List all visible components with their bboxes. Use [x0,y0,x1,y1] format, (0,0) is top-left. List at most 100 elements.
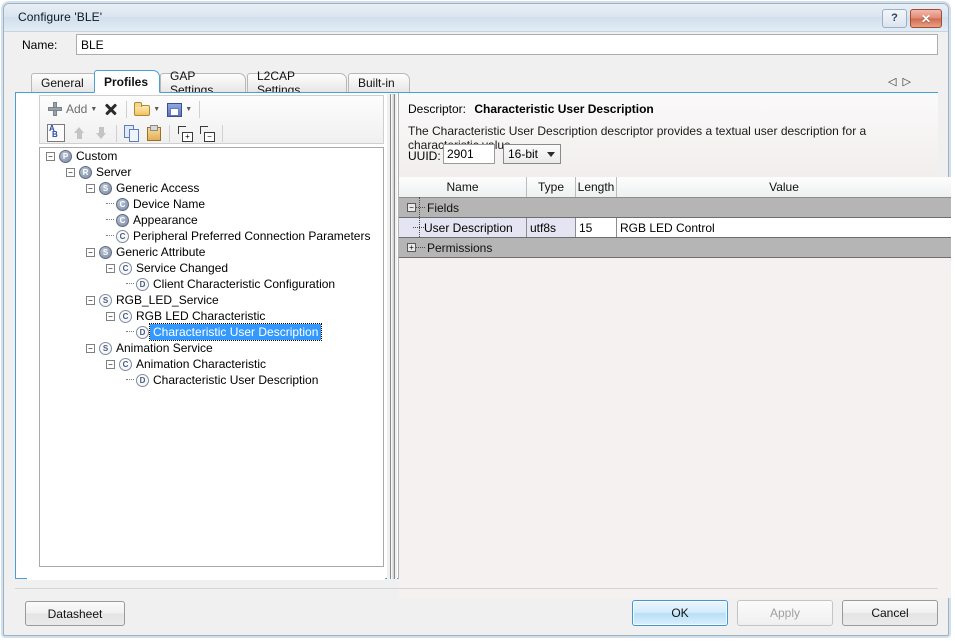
pane-splitter[interactable] [387,94,397,579]
tab-profiles[interactable]: Profiles [94,70,160,93]
close-x-icon [103,101,119,117]
apply-button: Apply [737,600,833,626]
expand-all-button[interactable]: + [174,122,196,144]
name-input[interactable] [76,34,938,55]
tree-node-badge-icon: D [136,373,149,387]
tree-expander-icon[interactable]: − [86,343,95,353]
column-header-length[interactable]: Length [576,177,617,197]
toolbar-separator [222,124,223,142]
column-header-value[interactable]: Value [617,177,951,197]
grid-group-row[interactable]: + Permissions [399,238,951,258]
tree-guide-line [106,203,114,205]
tab-l2cap-settings[interactable]: L2CAP Settings [247,69,347,97]
add-button[interactable]: Add ▼ [44,98,100,120]
tree-item[interactable]: − S Generic Access [40,180,383,196]
toolbar-separator [126,100,128,118]
tree-expander-icon[interactable]: − [106,311,115,321]
grid-body: − Fields User Description utf8s 15 RGB LED Co… [399,198,951,258]
column-header-name[interactable]: Name [399,177,527,197]
name-row: Name: [4,32,948,60]
datasheet-button[interactable]: Datasheet [25,601,125,626]
chevron-down-icon[interactable]: ▼ [90,106,97,113]
tree-item[interactable]: − S Generic Attribute [40,244,383,260]
descriptor-pane: Descriptor: Characteristic User Descript… [398,93,951,598]
chevron-down-icon[interactable]: ▼ [153,106,160,113]
open-button[interactable]: ▼ [131,98,163,120]
column-header-type[interactable]: Type [527,177,576,197]
plus-icon [47,101,63,117]
tree-expander-icon[interactable]: − [86,247,95,257]
grid-cell-length[interactable]: 15 [576,218,617,237]
tree-item[interactable]: D Characteristic User Description [40,372,383,388]
tab-general[interactable]: General [31,73,99,92]
chevron-down-icon[interactable]: ▼ [185,106,192,113]
tree-item[interactable]: D Characteristic User Description [40,323,383,341]
tab-scroll-left-icon[interactable]: ◁ [888,75,896,91]
tree-node-badge-icon: C [119,309,132,323]
tree-expander-icon[interactable]: − [66,167,75,177]
tree-expander-icon[interactable]: − [106,263,115,273]
tree-expander-icon[interactable]: − [106,359,115,369]
floppy-save-icon [166,101,183,117]
profile-tree[interactable]: − P Custom − R Server − S Generic Access C Device … [39,147,384,567]
profiles-tab-panel: Add ▼ ▼ ▼ A B + − − P Custom − R Server … [15,92,951,598]
tree-item-label: Client Characteristic Configuration [153,277,336,291]
save-button[interactable]: ▼ [163,98,195,120]
rename-button[interactable] [44,122,68,144]
ok-button[interactable]: OK [632,600,728,626]
tree-node-badge-icon: R [79,165,92,179]
tree-item[interactable]: − C Animation Characteristic [40,356,383,372]
tree-node-badge-icon: C [116,229,129,243]
cancel-button[interactable]: Cancel [842,600,938,626]
paste-button[interactable] [143,122,165,144]
tree-expander-icon[interactable]: − [86,295,95,305]
tree-item[interactable]: C Appearance [40,212,383,228]
descriptor-kind-label: Descriptor: [408,102,467,116]
paste-icon [146,125,162,141]
tree-guide-line [126,331,134,333]
grid-cell-value[interactable]: RGB LED Control [617,218,951,237]
tab-gap-settings[interactable]: GAP Settings [160,69,246,97]
tree-item[interactable]: C Device Name [40,196,383,212]
grid-cell-name-text: User Description [424,220,513,235]
tree-item[interactable]: − P Custom [40,148,383,164]
tree-item[interactable]: D Client Characteristic Configuration [40,276,383,292]
tab-built-in[interactable]: Built-in [348,73,410,92]
collapse-all-icon: − [199,125,215,142]
delete-button[interactable] [100,98,122,120]
grid-empty-area [399,258,951,598]
tree-item[interactable]: − S RGB_LED_Service [40,292,383,308]
tree-item[interactable]: − C RGB LED Characteristic [40,308,383,324]
tree-item-label: RGB LED Characteristic [136,309,266,323]
tree-node-badge-icon: C [116,213,129,227]
tree-item[interactable]: − S Animation Service [40,340,383,356]
help-icon[interactable]: ? [882,9,907,28]
close-icon[interactable]: ✕ [910,9,942,28]
tree-item-label: Generic Access [116,181,200,195]
tree-node-badge-icon: C [119,261,132,275]
configure-dialog-window: Configure 'BLE' ? ✕ Name: General Profil… [3,3,951,636]
uuid-format-select[interactable]: 16-bit [503,144,561,164]
add-button-label: Add [66,102,88,116]
folder-open-icon [134,101,151,117]
grid-group-expander-icon[interactable]: − [407,203,416,212]
descriptor-title-row: Descriptor: Characteristic User Descript… [408,102,654,116]
grid-tree-guide [419,197,421,237]
tree-item[interactable]: − R Server [40,164,383,180]
uuid-input[interactable] [443,144,495,164]
tree-item[interactable]: − C Service Changed [40,260,383,276]
grid-data-row[interactable]: User Description utf8s 15 RGB LED Control [399,218,951,238]
tree-node-badge-icon: S [99,245,112,259]
collapse-all-button[interactable]: − [196,122,218,144]
tree-expander-icon[interactable]: − [86,183,95,193]
tree-item-label: Generic Attribute [116,245,206,259]
tab-scroll-right-icon[interactable]: ▷ [902,75,910,91]
grid-group-expander-icon[interactable]: + [407,243,416,252]
footer-separator [15,588,938,589]
tree-expander-icon[interactable]: − [46,151,55,161]
grid-cell-type[interactable]: utf8s [527,218,576,237]
grid-group-row[interactable]: − Fields [399,198,951,218]
name-label: Name: [22,38,58,52]
copy-button[interactable] [121,122,143,144]
tree-item[interactable]: C Peripheral Preferred Connection Paramet… [40,228,383,244]
